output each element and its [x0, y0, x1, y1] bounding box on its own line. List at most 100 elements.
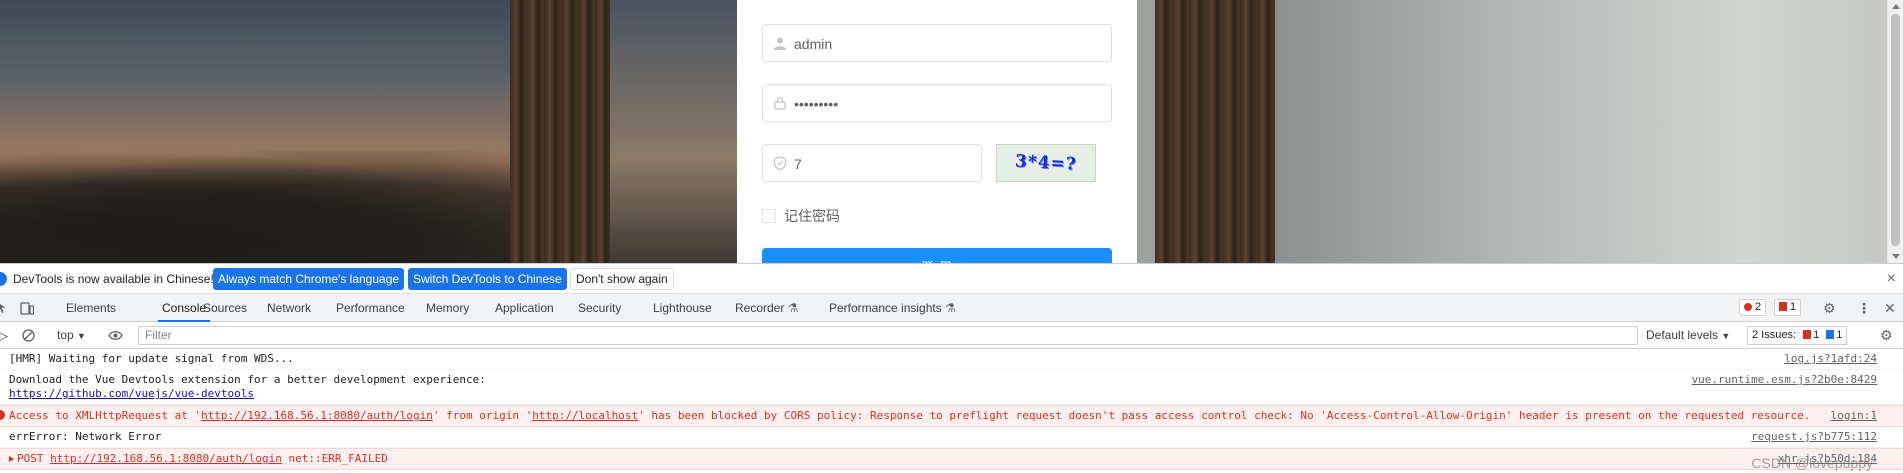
login-button[interactable]: 登 录 — [762, 248, 1112, 263]
devtools-tabbar: Elements Console Sources Network Perform… — [0, 294, 1903, 322]
background-photo-right — [1275, 0, 1903, 263]
captcha-input[interactable]: 7 — [762, 144, 982, 182]
always-match-language-button[interactable]: Always match Chrome's language — [213, 268, 405, 290]
console-log: [HMR] Waiting for update signal from WDS… — [0, 349, 1903, 473]
error-icon — [0, 410, 5, 420]
more-options-icon[interactable]: ⋮ — [1857, 300, 1871, 317]
background-strip — [1135, 0, 1155, 263]
console-message: [HMR] Waiting for update signal from WDS… — [0, 349, 1903, 370]
dont-show-again-button[interactable]: Don't show again — [570, 268, 674, 290]
username-value: admin — [794, 36, 833, 52]
issues-label: 2 Issues: — [1752, 329, 1797, 341]
message-source-link[interactable]: login:1 — [1831, 409, 1877, 423]
context-selector[interactable]: top ▼ — [57, 322, 86, 349]
message-text: ' has been blocked by CORS policy: Respo… — [638, 409, 1811, 422]
page-scrollbar[interactable] — [1887, 0, 1903, 263]
error-count: 2 — [1755, 301, 1762, 313]
info-icon — [0, 272, 7, 286]
background-window-frame-left — [510, 0, 610, 263]
watermark: CSDN @lovepuppy — [1751, 455, 1873, 471]
tab-elements[interactable]: Elements — [66, 294, 116, 322]
issue-count-badge[interactable]: 1 — [1774, 299, 1802, 316]
tab-lighthouse[interactable]: Lighthouse — [653, 294, 712, 322]
tab-performance-insights[interactable]: Performance insights ⚗ — [829, 294, 956, 322]
message-text: errError: Network Error — [9, 430, 162, 443]
message-text: Access to XMLHttpRequest at ' — [9, 409, 202, 422]
close-icon[interactable]: × — [1887, 270, 1896, 288]
message-text: Download the Vue Devtools extension for … — [9, 373, 486, 386]
console-toolbar: ▷ top ▼ Filter Default levels ▼ 2 Issues… — [0, 322, 1903, 349]
captcha-image[interactable]: 3*4=? — [996, 144, 1096, 182]
issue-flag-icon — [1803, 330, 1812, 339]
info-message-icon — [1826, 330, 1835, 339]
tab-performance[interactable]: Performance — [336, 294, 405, 322]
issue-flag-icon — [1779, 302, 1787, 311]
message-source-link[interactable]: vue.runtime.esm.js?2b0e:8429 — [1692, 373, 1877, 387]
background-window-frame-right — [1155, 0, 1275, 263]
context-value: top — [57, 328, 74, 342]
chevron-down-icon: ▼ — [1721, 331, 1731, 341]
filter-input[interactable]: Filter — [138, 326, 1638, 345]
console-message: errError: Network Error request.js?b775:… — [0, 427, 1903, 448]
scroll-thumb[interactable] — [1891, 14, 1900, 246]
devtools-panel: DevTools is now available in Chinese! Al… — [0, 263, 1903, 473]
tab-recorder[interactable]: Recorder ⚗ — [735, 294, 798, 322]
captcha-value: 7 — [794, 156, 802, 172]
tab-recorder-label: Recorder — [735, 301, 785, 315]
lock-icon — [774, 96, 786, 110]
experiment-flask-icon: ⚗ — [945, 301, 956, 315]
request-url-link[interactable]: http://192.168.56.1:8080/auth/login — [50, 452, 282, 465]
console-error: Access to XMLHttpRequest at 'http://192.… — [0, 405, 1903, 427]
infobar-message: DevTools is now available in Chinese! — [13, 272, 214, 286]
password-field[interactable]: ••••••••• — [762, 84, 1112, 122]
chevron-down-icon: ▼ — [77, 331, 86, 341]
sidebar-toggle-icon[interactable]: ▷ — [0, 322, 8, 349]
console-message: Download the Vue Devtools extension for … — [0, 370, 1903, 405]
log-levels-dropdown[interactable]: Default levels ▼ — [1646, 322, 1730, 349]
close-devtools-icon[interactable]: ✕ — [1884, 300, 1896, 317]
issues-error-count: 1 — [1813, 329, 1820, 341]
background-trees — [0, 150, 520, 263]
origin-url-link[interactable]: http://localhost — [532, 409, 638, 422]
shield-icon — [773, 156, 787, 170]
error-count-badge[interactable]: 2 — [1739, 299, 1767, 316]
language-infobar: DevTools is now available in Chinese! Al… — [0, 264, 1903, 294]
log-levels-label: Default levels — [1646, 328, 1719, 342]
issue-count: 1 — [1790, 301, 1797, 313]
password-value: ••••••••• — [794, 96, 839, 112]
issues-info-count: 1 — [1836, 329, 1843, 341]
vue-devtools-link[interactable]: https://github.com/vuejs/vue-devtools — [9, 387, 254, 400]
console-settings-icon[interactable]: ⚙ — [1880, 322, 1893, 349]
tab-security[interactable]: Security — [578, 294, 621, 322]
tab-sources[interactable]: Sources — [203, 294, 247, 322]
eye-icon[interactable] — [108, 330, 123, 341]
request-url-link[interactable]: http://192.168.56.1:8080/auth/login — [201, 409, 433, 422]
tab-network[interactable]: Network — [267, 294, 311, 322]
username-field[interactable]: admin — [762, 24, 1112, 62]
request-status: net::ERR_FAILED — [288, 452, 388, 465]
message-source-link[interactable]: log.js?1afd:24 — [1784, 352, 1877, 366]
remember-checkbox[interactable] — [762, 209, 776, 223]
message-source-link[interactable]: request.js?b775:112 — [1751, 430, 1877, 444]
switch-to-chinese-button[interactable]: Switch DevTools to Chinese — [408, 268, 567, 290]
remember-password[interactable]: 记住密码 — [762, 206, 840, 226]
scroll-down-icon[interactable] — [1892, 254, 1900, 259]
inspect-element-icon[interactable] — [0, 301, 10, 315]
request-method: POST — [17, 452, 44, 465]
scroll-up-icon[interactable] — [1892, 4, 1900, 9]
user-icon — [774, 37, 786, 50]
device-toolbar-icon[interactable] — [20, 301, 34, 315]
tab-application[interactable]: Application — [495, 294, 554, 322]
page-viewport: admin ••••••••• 7 3*4=? 记住密码 登 录 — [0, 0, 1903, 263]
console-error[interactable]: POST http://192.168.56.1:8080/auth/login… — [0, 448, 1903, 470]
login-card: admin ••••••••• 7 3*4=? 记住密码 登 录 — [737, 0, 1137, 263]
captcha-text: 3*4=? — [1014, 151, 1078, 175]
gear-icon[interactable]: ⚙ — [1823, 300, 1836, 317]
error-icon — [1744, 303, 1752, 311]
expand-caret-icon[interactable] — [9, 456, 14, 462]
clear-console-icon[interactable] — [22, 329, 35, 342]
tab-performance-insights-label: Performance insights — [829, 301, 942, 315]
issues-button[interactable]: 2 Issues: 1 1 — [1747, 326, 1848, 345]
tab-memory[interactable]: Memory — [426, 294, 469, 322]
message-text: [HMR] Waiting for update signal from WDS… — [9, 352, 294, 365]
